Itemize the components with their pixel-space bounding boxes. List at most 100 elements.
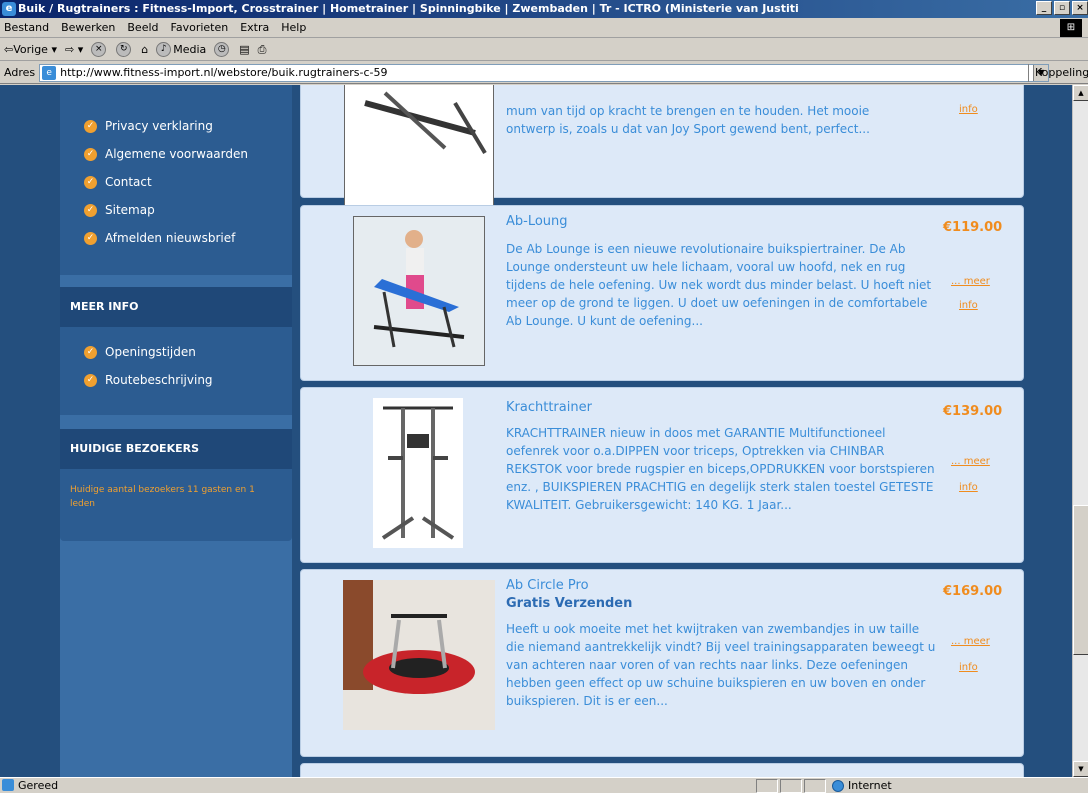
sidebar-item-label: Routebeschrijving — [105, 373, 213, 387]
media-button[interactable]: ♪ Media — [156, 42, 206, 57]
menu-beeld[interactable]: Beeld — [127, 21, 158, 34]
product-description: mum van tijd op kracht te brengen en te … — [506, 102, 946, 138]
windows-logo-icon: ⊞ — [1060, 19, 1082, 37]
meer-info-heading: MEER INFO — [60, 287, 292, 327]
check-icon: ✓ — [84, 231, 97, 245]
check-icon: ✓ — [84, 345, 97, 359]
scroll-thumb[interactable] — [1073, 505, 1088, 655]
vertical-scrollbar[interactable]: ▲ ▼ — [1072, 85, 1088, 777]
product-image[interactable] — [353, 216, 485, 366]
status-text: Gereed — [18, 779, 59, 792]
product-card — [300, 763, 1024, 777]
check-icon: ✓ — [84, 203, 97, 217]
product-description: De Ab Lounge is een nieuwe revolutionair… — [506, 242, 932, 328]
product-card: mum van tijd op kracht te brengen en te … — [300, 85, 1024, 212]
desc-line: mum van tijd op kracht te brengen en te … — [506, 104, 870, 118]
sidebar-item-routebeschrijving[interactable]: ✓ Routebeschrijving — [84, 373, 213, 387]
meer-info-menu: ✓ Openingstijden ✓ Routebeschrijving — [60, 327, 292, 415]
product-image[interactable] — [344, 85, 494, 212]
product-card: Ab Circle Pro Gratis Verzenden €169.00 H… — [300, 569, 1024, 757]
sidebar-item-voorwaarden[interactable]: ✓ Algemene voorwaarden — [84, 147, 248, 161]
stop-button[interactable]: × — [91, 42, 108, 57]
more-link[interactable]: ... meer — [951, 276, 990, 287]
history-icon: ◷ — [214, 42, 230, 57]
info-link[interactable]: info — [959, 662, 978, 673]
status-pane — [804, 779, 826, 793]
product-price: €169.00 — [943, 584, 1003, 599]
info-link[interactable]: info — [959, 104, 978, 115]
minimize-button[interactable]: _ — [1036, 1, 1052, 15]
address-label: Adres — [4, 66, 36, 79]
print-icon: ⎙ — [257, 42, 267, 56]
menu-bestand[interactable]: Bestand — [4, 21, 49, 34]
refresh-button[interactable]: ↻ — [116, 42, 133, 57]
zone-label: Internet — [848, 779, 892, 792]
menu-bewerken[interactable]: Bewerken — [61, 21, 115, 34]
check-icon: ✓ — [84, 119, 97, 133]
product-price: €139.00 — [943, 404, 1003, 419]
print-button[interactable]: ⎙ — [258, 43, 267, 57]
product-list: mum van tijd op kracht te brengen en te … — [292, 85, 1032, 777]
sidebar: ✓ Privacy verklaring ✓ Algemene voorwaar… — [60, 85, 292, 777]
media-icon: ♪ — [156, 42, 172, 57]
desc-line: ontwerp is, zoals u dat van Joy Sport ge… — [506, 122, 870, 136]
product-title[interactable]: Krachttrainer — [506, 400, 592, 415]
product-title[interactable]: Ab-Loung — [506, 214, 568, 229]
chevron-down-icon: ▾ — [74, 43, 84, 56]
check-icon: ✓ — [84, 373, 97, 387]
power-tower-image — [381, 406, 455, 540]
sidebar-item-label: Afmelden nieuwsbrief — [105, 231, 236, 245]
sidebar-item-label: Contact — [105, 175, 152, 189]
visitors-block: Huidige aantal bezoekers 11 gasten en 1 … — [60, 469, 292, 541]
mail-icon: ▤ — [239, 43, 250, 56]
more-link[interactable]: ... meer — [951, 636, 990, 647]
window-controls: _ ▫ × — [1034, 1, 1088, 15]
title-bar: e Buik / Rugtrainers : Fitness-Import, C… — [0, 0, 1088, 18]
visitors-heading: HUIDIGE BEZOEKERS — [60, 429, 292, 469]
ab-lounge-image — [354, 217, 484, 365]
back-arrow-icon: ⇦ — [4, 43, 14, 56]
product-image[interactable] — [373, 398, 463, 548]
menu-help[interactable]: Help — [281, 21, 306, 34]
menu-extra[interactable]: Extra — [240, 21, 269, 34]
more-link[interactable]: ... meer — [951, 456, 990, 467]
product-subtitle: Gratis Verzenden — [506, 596, 633, 611]
sidebar-item-contact[interactable]: ✓ Contact — [84, 175, 152, 189]
history-button[interactable]: ◷ — [214, 42, 231, 57]
close-button[interactable]: × — [1072, 1, 1088, 15]
sidebar-item-privacy[interactable]: ✓ Privacy verklaring — [84, 119, 213, 133]
status-bar: Gereed Internet — [0, 777, 1088, 793]
product-title[interactable]: Ab Circle Pro — [506, 578, 589, 593]
mail-button[interactable]: ▤ — [239, 43, 249, 56]
home-button[interactable]: ⌂ — [141, 43, 148, 56]
maximize-button[interactable]: ▫ — [1054, 1, 1070, 15]
product-image[interactable] — [343, 580, 495, 730]
page-icon — [2, 779, 14, 791]
scroll-up-icon[interactable]: ▲ — [1073, 85, 1088, 101]
stop-icon: × — [91, 42, 107, 57]
info-link[interactable]: info — [959, 300, 978, 311]
refresh-icon: ↻ — [116, 42, 132, 57]
back-label: Vorige — [13, 43, 48, 56]
address-input[interactable]: e http://www.fitness-import.nl/webstore/… — [39, 63, 1050, 82]
menu-bar: Bestand Bewerken Beeld Favorieten Extra … — [0, 18, 1088, 38]
sidebar-item-openingstijden[interactable]: ✓ Openingstijden — [84, 345, 196, 359]
sidebar-item-sitemap[interactable]: ✓ Sitemap — [84, 203, 155, 217]
info-link[interactable]: info — [959, 482, 978, 493]
address-url: http://www.fitness-import.nl/webstore/bu… — [60, 65, 388, 79]
ab-circle-image — [343, 580, 495, 730]
product-description: KRACHTTRAINER nieuw in doos met GARANTIE… — [506, 426, 935, 512]
toolbar: ⇦ Vorige ▾ ⇨ ▾ × ↻ ⌂ ♪ Media ◷ ▤ ⎙ — [0, 39, 1088, 61]
page-icon: e — [42, 65, 57, 80]
menu-favorieten[interactable]: Favorieten — [171, 21, 229, 34]
scroll-down-icon[interactable]: ▼ — [1073, 761, 1088, 777]
product-card: Ab-Loung €119.00 De Ab Lounge is een nie… — [300, 205, 1024, 381]
links-toolbar[interactable]: Koppelingen — [1028, 64, 1088, 82]
sidebar-item-afmelden[interactable]: ✓ Afmelden nieuwsbrief — [84, 231, 235, 245]
forward-arrow-icon: ⇨ — [64, 43, 75, 56]
bench-image — [364, 91, 487, 155]
ie-icon: e — [2, 2, 16, 16]
forward-button[interactable]: ⇨ ▾ — [65, 43, 83, 56]
back-button[interactable]: ⇦ Vorige ▾ — [4, 43, 57, 56]
check-icon: ✓ — [84, 147, 97, 161]
